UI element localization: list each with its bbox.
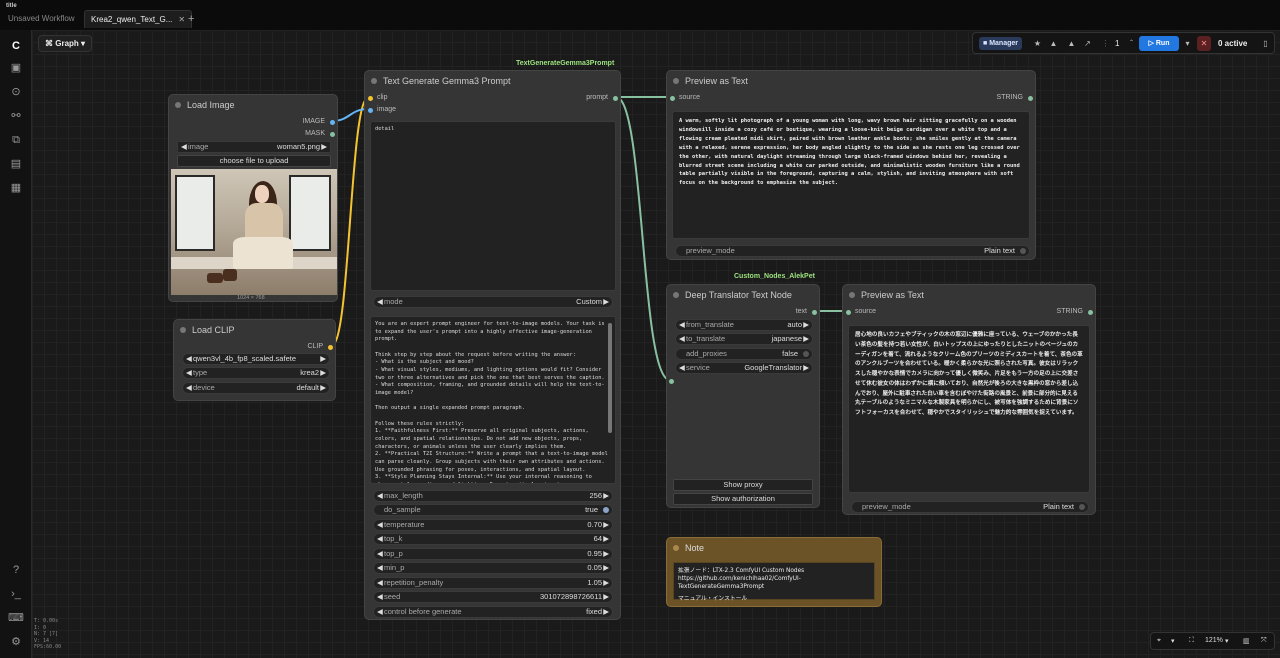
zoom-level[interactable]: 121%: [1205, 637, 1223, 644]
output-text-label: text: [795, 308, 807, 315]
deep-translator-node[interactable]: Deep Translator Text Node text ◀ from_tra…: [666, 284, 820, 508]
output-prompt-port[interactable]: [613, 96, 618, 101]
preview-mode-select[interactable]: preview_mode Plain text: [851, 501, 1089, 513]
param-do-sample-toggle[interactable]: do_sample true: [373, 504, 613, 516]
output-string-label: STRING: [1056, 308, 1083, 315]
fit-view-icon[interactable]: ⛶: [1189, 637, 1194, 645]
text-generate-node[interactable]: Text Generate Gemma3 Prompt clip image p…: [364, 70, 621, 620]
image-preview: [171, 169, 337, 295]
output-string-port[interactable]: [1088, 310, 1093, 315]
link-visibility-icon[interactable]: ⤧: [1261, 637, 1267, 645]
output-clip-label: CLIP: [307, 343, 323, 350]
input-clip-port[interactable]: [368, 96, 373, 101]
to-translate-select[interactable]: ◀ to_translate japanese ▶: [675, 333, 813, 345]
from-translate-select[interactable]: ◀ from_translate auto ▶: [675, 319, 813, 331]
output-string-port[interactable]: [1028, 96, 1033, 101]
input-source-label: source: [679, 94, 701, 101]
param-top-k[interactable]: ◀ top_k 64 ▶: [373, 533, 613, 545]
prompt-textarea[interactable]: detail: [370, 121, 616, 291]
show-authorization-button[interactable]: Show authorization: [673, 493, 813, 505]
preview-text-node-japanese[interactable]: Preview as Text source STRING 居心地の良いカフェや…: [842, 284, 1096, 515]
node-source-tag: TextGenerateGemma3Prompt: [516, 60, 615, 67]
node-title[interactable]: Deep Translator Text Node: [667, 285, 819, 305]
input-source-port[interactable]: [670, 96, 675, 101]
input-image-port[interactable]: [368, 108, 373, 113]
param-control-before-generate[interactable]: ◀ control before generate fixed ▶: [373, 606, 613, 618]
system-prompt-textarea[interactable]: You are an expert prompt engineer for te…: [370, 316, 616, 484]
upload-button[interactable]: choose file to upload: [177, 155, 331, 167]
param-temperature[interactable]: ◀ temperature 0.70 ▶: [373, 519, 613, 531]
param-top-p[interactable]: ◀ top_p 0.95 ▶: [373, 548, 613, 560]
image-select[interactable]: ◀ image woman5.png ▶: [177, 141, 331, 153]
input-text-port[interactable]: [669, 379, 674, 384]
note-node[interactable]: Note 拡張ノード：LTX-2.3 ComfyUI Custom Nodes …: [666, 537, 882, 607]
input-image-label: image: [377, 106, 397, 113]
output-mask-port[interactable]: [330, 132, 335, 137]
arrow-left-icon: ◀: [181, 142, 187, 151]
image-size-label: 1024 × 768: [237, 295, 265, 301]
output-image-label: IMAGE: [302, 118, 325, 125]
load-clip-node[interactable]: Load CLIP CLIP ◀ qwen3vl_4b_fp8_scaled.sa…: [173, 319, 336, 401]
note-line: マニュアル・インストール: [678, 596, 748, 603]
node-source-tag: Custom_Nodes_AlekPet: [734, 273, 815, 280]
node-title[interactable]: Load CLIP: [174, 320, 335, 340]
output-text-port[interactable]: [812, 310, 817, 315]
node-title[interactable]: Text Generate Gemma3 Prompt: [365, 71, 620, 91]
param-min-p[interactable]: ◀ min_p 0.05 ▶: [373, 562, 613, 574]
input-source-port[interactable]: [846, 310, 851, 315]
note-line: 拡張ノード：LTX-2.3 ComfyUI Custom Nodes: [678, 568, 805, 574]
output-image-port[interactable]: [330, 120, 335, 125]
service-select[interactable]: ◀ service GoogleTranslator ▶: [675, 362, 813, 374]
link-prompt-translator: [615, 96, 671, 381]
preview-mode-select[interactable]: preview_mode Plain text: [675, 245, 1030, 257]
input-clip-label: clip: [377, 94, 388, 101]
add-proxies-toggle[interactable]: add_proxies false: [675, 348, 813, 360]
param-repetition-penalty[interactable]: ◀ repetition_penalty 1.05 ▶: [373, 577, 613, 589]
canvas-stats: T: 0.00s I: 0 N: 7 [7] V: 14 FPS:60.00: [34, 618, 62, 650]
note-line: https://github.com/kenichihaa02/ComfyUI-…: [678, 576, 801, 591]
clip-name-select[interactable]: ◀ qwen3vl_4b_fp8_scaled.safete ▶: [182, 353, 330, 365]
minimap-icon[interactable]: ▥: [1243, 637, 1250, 645]
show-proxy-button[interactable]: Show proxy: [673, 479, 813, 491]
textarea-scrollbar[interactable]: [608, 323, 612, 433]
clip-device-select[interactable]: ◀ device default ▶: [182, 382, 330, 394]
arrow-right-icon: ▶: [321, 142, 327, 151]
param-max-length[interactable]: ◀ max_length 256 ▶: [373, 490, 613, 502]
note-text[interactable]: 拡張ノード：LTX-2.3 ComfyUI Custom Nodes https…: [673, 562, 875, 603]
preview-text-node-english[interactable]: Preview as Text source STRING A warm, so…: [666, 70, 1036, 260]
preview-text-output: 居心地の良いカフェやブティックの木の窓辺に優雅に座っている、ウェーブのかかった長…: [848, 325, 1090, 493]
select-mode-icon[interactable]: ⌖: [1157, 637, 1161, 645]
mode-select[interactable]: ◀ mode Custom ▶: [373, 296, 613, 308]
node-title[interactable]: Preview as Text: [667, 71, 1035, 91]
chevron-down-icon[interactable]: ▾: [1171, 637, 1175, 645]
param-seed[interactable]: ◀ seed 301072898726611 ▶: [373, 591, 613, 603]
output-string-label: STRING: [996, 94, 1023, 101]
node-title[interactable]: Load Image: [169, 95, 337, 115]
node-title[interactable]: Note: [667, 538, 881, 558]
output-mask-label: MASK: [305, 130, 325, 137]
load-image-node[interactable]: Load Image IMAGE MASK ◀ image woman5.png ▶ …: [168, 94, 338, 302]
canvas-controls: ⌖ ▾ ⛶ 121% ▾ ▥ ⤧: [1150, 632, 1275, 650]
preview-text-output: A warm, softly lit photograph of a young…: [672, 111, 1030, 239]
output-prompt-label: prompt: [586, 94, 608, 101]
node-title[interactable]: Preview as Text: [843, 285, 1095, 305]
input-source-label: source: [855, 308, 877, 315]
chevron-down-icon[interactable]: ▾: [1225, 637, 1229, 645]
clip-type-select[interactable]: ◀ type krea2 ▶: [182, 367, 330, 379]
output-clip-port[interactable]: [328, 345, 333, 350]
